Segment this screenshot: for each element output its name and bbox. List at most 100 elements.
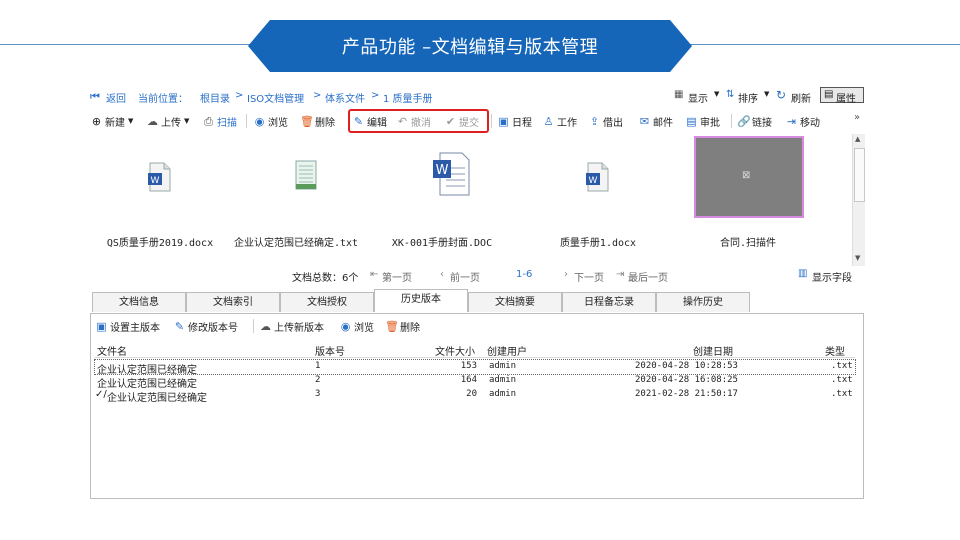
set-main-version-button[interactable]: ▣ 设置主版本 bbox=[95, 318, 160, 334]
delete-button[interactable]: 🗑 删除 bbox=[300, 113, 335, 129]
version-table-header: 文件名 版本号 文件大小 创建用户 创建日期 类型 bbox=[95, 341, 855, 358]
scroll-down-icon[interactable]: ▼ bbox=[855, 254, 860, 262]
cell-date: 2020-04-28 10:28:53 bbox=[635, 361, 738, 371]
properties-icon: ▤ bbox=[824, 89, 834, 100]
detail-tabs: 文档信息 文档索引 文档授权 历史版本 文档摘要 日程备忘录 操作历史 bbox=[90, 289, 866, 314]
toolbar-divider bbox=[731, 114, 732, 128]
breadcrumb-system[interactable]: 体系文件 bbox=[325, 90, 365, 105]
upload-new-version-label: 上传新版本 bbox=[274, 322, 324, 334]
title-banner: 产品功能 –文档编辑与版本管理 bbox=[248, 20, 692, 72]
tab-document-summary[interactable]: 文档摘要 bbox=[468, 292, 562, 312]
file-grid-scrollbar[interactable]: ▲ ▼ bbox=[852, 134, 865, 266]
move-button[interactable]: ⇥ 移动 bbox=[785, 113, 820, 129]
first-page-button[interactable]: 第一页 bbox=[382, 269, 412, 284]
schedule-button[interactable]: ▣ 日程 bbox=[497, 113, 532, 129]
version-toolbar: ▣ 设置主版本 ✎ 修改版本号 ☁ 上传新版本 ◉ 浏览 🗑 删除 bbox=[95, 318, 855, 334]
back-icon[interactable]: ⏮ bbox=[90, 90, 100, 104]
table-row[interactable]: 企业认定范围已经确定 2 164 admin 2020-04-28 16:08:… bbox=[95, 374, 855, 390]
scroll-up-icon[interactable]: ▲ bbox=[855, 135, 860, 143]
eye-icon: ◉ bbox=[340, 319, 351, 333]
breadcrumb-iso[interactable]: ISO文档管理 bbox=[247, 90, 304, 105]
cell-version: 3 bbox=[315, 389, 321, 399]
columns-icon[interactable]: ▥ bbox=[798, 268, 807, 279]
table-row[interactable]: 企业认定范围已经确定 1 153 admin 2020-04-28 10:28:… bbox=[94, 359, 856, 376]
new-button[interactable]: ⊕ 新建 ▼ bbox=[90, 113, 134, 129]
current-version-mark: ✓/ bbox=[95, 389, 107, 400]
next-page-icon[interactable]: › bbox=[564, 269, 568, 280]
scroll-thumb[interactable] bbox=[854, 148, 865, 202]
chevron-down-icon[interactable]: ▼ bbox=[764, 90, 769, 98]
toolbar-divider bbox=[253, 319, 254, 333]
move-icon: ⇥ bbox=[786, 114, 797, 128]
file-item[interactable]: W QS质量手册2019.docx bbox=[90, 134, 230, 264]
breadcrumb-root[interactable]: 根目录 bbox=[200, 90, 230, 105]
prev-page-button[interactable]: 前一页 bbox=[450, 269, 480, 284]
toolbar-divider bbox=[491, 114, 492, 128]
tab-schedule-memo[interactable]: 日程备忘录 bbox=[562, 292, 656, 312]
upload-new-version-button[interactable]: ☁ 上传新版本 bbox=[259, 318, 324, 334]
link-button[interactable]: 🔗 链接 bbox=[737, 113, 772, 129]
col-filesize[interactable]: 文件大小 bbox=[435, 343, 475, 358]
scan-button[interactable]: ⎙ 扫描 bbox=[202, 113, 237, 129]
browse-button[interactable]: ◉ 浏览 bbox=[253, 113, 288, 129]
refresh-icon[interactable]: ↻ bbox=[776, 88, 786, 102]
display-menu[interactable]: 显示 bbox=[688, 90, 708, 105]
version-browse-button[interactable]: ◉ 浏览 bbox=[339, 318, 374, 334]
approve-button[interactable]: ▤ 审批 bbox=[685, 113, 720, 129]
back-link[interactable]: 返回 bbox=[106, 90, 126, 105]
sort-menu[interactable]: 排序 bbox=[738, 90, 758, 105]
edit-highlight-box bbox=[348, 109, 489, 133]
edit-version-button[interactable]: ✎ 修改版本号 bbox=[173, 318, 238, 334]
col-filename[interactable]: 文件名 bbox=[97, 343, 127, 358]
work-button[interactable]: ♙ 工作 bbox=[542, 113, 577, 129]
show-fields-button[interactable]: 显示字段 bbox=[812, 269, 852, 284]
file-item[interactable]: 企业认定范围已经确定.txt bbox=[226, 134, 366, 264]
cell-filesize: 153 bbox=[460, 361, 477, 371]
properties-button[interactable]: ▤ 属性 bbox=[820, 87, 864, 105]
table-row[interactable]: ✓/ 企业认定范围已经确定 3 20 admin 2021-02-28 21:5… bbox=[95, 388, 855, 404]
edit-version-label: 修改版本号 bbox=[188, 322, 238, 334]
tab-document-info[interactable]: 文档信息 bbox=[92, 292, 186, 312]
file-name: XK-001手册封面.DOC bbox=[391, 238, 493, 249]
borrow-button[interactable]: ⇪ 借出 bbox=[588, 113, 623, 129]
upload-button[interactable]: ☁ 上传 ▼ bbox=[146, 113, 189, 129]
col-type[interactable]: 类型 bbox=[825, 343, 845, 358]
file-grid: W QS质量手册2019.docx 企业认定范围已经确定.txt W XK-00… bbox=[90, 134, 852, 272]
lend-icon: ⇪ bbox=[589, 114, 600, 128]
word-doc-icon: W bbox=[586, 162, 609, 192]
next-page-button[interactable]: 下一页 bbox=[574, 269, 604, 284]
chevron-down-icon: ▼ bbox=[184, 117, 190, 125]
grid-view-icon[interactable]: ▦ bbox=[674, 89, 683, 100]
approval-icon: ▤ bbox=[686, 114, 697, 128]
file-item[interactable]: W XK-001手册封面.DOC bbox=[372, 134, 512, 264]
new-file-icon: ⊕ bbox=[91, 114, 102, 128]
cell-type: .txt bbox=[831, 361, 853, 371]
pager: 文档总数：6个 ⇤ 第一页 ‹ 前一页 1-6 › 下一页 ⇥ 最后一页 ▥ 显… bbox=[90, 266, 866, 284]
more-button[interactable]: » bbox=[854, 109, 860, 125]
col-version[interactable]: 版本号 bbox=[315, 343, 345, 358]
col-created-date[interactable]: 创建日期 bbox=[693, 343, 733, 358]
last-page-icon[interactable]: ⇥ bbox=[616, 269, 624, 280]
last-page-button[interactable]: 最后一页 bbox=[628, 269, 668, 284]
cell-user: admin bbox=[489, 389, 517, 399]
tab-document-index[interactable]: 文档索引 bbox=[186, 292, 280, 312]
banner-title: 产品功能 –文档编辑与版本管理 bbox=[341, 37, 599, 58]
breadcrumb-quality-manual[interactable]: 1 质量手册 bbox=[383, 90, 433, 105]
prev-page-icon[interactable]: ‹ bbox=[440, 269, 444, 280]
col-created-user[interactable]: 创建用户 bbox=[487, 343, 527, 358]
file-name: 质量手册1.docx bbox=[559, 238, 637, 249]
location-label: 当前位置： bbox=[138, 94, 188, 105]
tab-operation-history[interactable]: 操作历史 bbox=[656, 292, 750, 312]
mail-button[interactable]: ✉ 邮件 bbox=[638, 113, 673, 129]
file-item[interactable]: ⊠ 合同.扫描件 bbox=[678, 134, 818, 264]
chevron-down-icon[interactable]: ▼ bbox=[714, 90, 719, 98]
mail-icon: ✉ bbox=[639, 114, 650, 128]
sort-icon[interactable]: ⇅ bbox=[726, 89, 734, 100]
file-item[interactable]: W 质量手册1.docx bbox=[528, 134, 668, 264]
first-page-icon[interactable]: ⇤ bbox=[370, 269, 378, 280]
refresh-button[interactable]: 刷新 bbox=[791, 90, 811, 105]
tab-history-versions[interactable]: 历史版本 bbox=[374, 289, 468, 312]
document-manager-window: ⏮ 返回 当前位置： 根目录 > ISO文档管理 > 体系文件 > 1 质量手册… bbox=[90, 86, 866, 500]
version-delete-button[interactable]: 🗑 删除 bbox=[385, 318, 420, 334]
tab-document-auth[interactable]: 文档授权 bbox=[280, 292, 374, 312]
